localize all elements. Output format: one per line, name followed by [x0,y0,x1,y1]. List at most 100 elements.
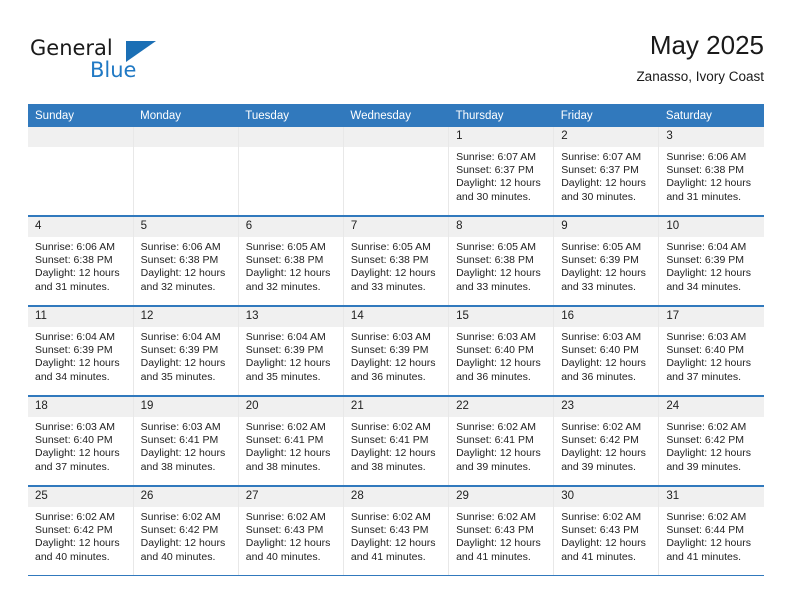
day-details: Sunrise: 6:02 AM Sunset: 6:42 PM Daylight:… [134,507,238,564]
sunrise-text: Sunrise: 6:04 AM [35,331,115,343]
calendar-day-cell[interactable]: 31 Sunrise: 6:02 AM Sunset: 6:44 PM Dayligh… [658,486,764,576]
calendar-day-cell[interactable]: 10 Sunrise: 6:04 AM Sunset: 6:39 PM Dayligh… [658,216,764,307]
calendar-day-cell[interactable]: 15 Sunrise: 6:03 AM Sunset: 6:40 PM Dayligh… [448,306,555,397]
calendar-day-cell[interactable]: 29 Sunrise: 6:02 AM Sunset: 6:43 PM Dayligh… [448,486,555,576]
sunrise-text: Sunrise: 6:03 AM [666,331,747,343]
sunrise-text: Sunrise: 6:02 AM [350,511,431,523]
daylight-text-line1: Daylight: 12 hours [456,537,541,550]
calendar-day-cell[interactable]: 16 Sunrise: 6:03 AM Sunset: 6:40 PM Dayligh… [553,306,660,397]
sunset-text: Sunset: 6:42 PM [140,524,219,537]
sunrise-text: Sunrise: 6:02 AM [561,421,642,433]
day-details: Sunrise: 6:05 AM Sunset: 6:38 PM Daylight:… [449,237,553,294]
sunrise-text: Sunrise: 6:03 AM [456,331,537,343]
day-details: Sunrise: 6:02 AM Sunset: 6:44 PM Daylight:… [659,507,764,564]
calendar-day-cell[interactable]: 26 Sunrise: 6:02 AM Sunset: 6:42 PM Dayligh… [133,486,239,576]
day-number: 9 [554,217,659,237]
day-number: 14 [343,307,449,327]
calendar-day-cell[interactable]: 19 Sunrise: 6:03 AM Sunset: 6:41 PM Dayligh… [133,396,239,487]
daylight-text-line1: Daylight: 12 hours [140,357,226,370]
sunset-text: Sunset: 6:38 PM [140,254,219,267]
daylight-text-line1: Daylight: 12 hours [666,177,751,190]
sunrise-text: Sunrise: 6:03 AM [561,331,642,343]
sunrise-text: Sunrise: 6:02 AM [245,511,326,523]
daylight-text-line2: and 33 minutes. [456,280,531,293]
sunrise-text: Sunrise: 6:07 AM [561,151,642,163]
calendar-week-row: 18 Sunrise: 6:03 AM Sunset: 6:40 PM Dayligh… [28,396,764,487]
calendar-day-cell[interactable]: 13 Sunrise: 6:04 AM Sunset: 6:39 PM Dayligh… [238,306,344,397]
brand-name-blue: Blue [90,58,137,82]
calendar-body: 1 Sunrise: 6:07 AM Sunset: 6:37 PM Daylight… [28,127,764,576]
day-number: 26 [133,487,238,507]
sunset-text: Sunset: 6:41 PM [140,434,219,447]
sunset-text: Sunset: 6:39 PM [140,344,219,357]
daylight-text-line1: Daylight: 12 hours [456,177,541,190]
daylight-text-line1: Daylight: 12 hours [350,267,436,280]
sunset-text: Sunset: 6:39 PM [35,344,113,357]
calendar-day-cell[interactable]: 5 Sunrise: 6:06 AM Sunset: 6:38 PM Daylight… [133,216,239,307]
daylight-text-line2: and 38 minutes. [245,460,321,473]
daylight-text-line1: Daylight: 12 hours [140,447,226,460]
brand-logo[interactable]: General Blue [30,36,210,88]
daylight-text-line1: Daylight: 12 hours [140,537,226,550]
daylight-text-line2: and 33 minutes. [561,280,636,293]
daylight-text-line2: and 40 minutes. [140,550,216,563]
day-number [343,127,449,147]
calendar-day-cell[interactable]: 2 Sunrise: 6:07 AM Sunset: 6:37 PM Daylight… [553,127,660,217]
calendar-day-cell[interactable]: 6 Sunrise: 6:05 AM Sunset: 6:38 PM Daylight… [238,216,344,307]
sunrise-text: Sunrise: 6:02 AM [35,511,115,523]
daylight-text-line2: and 40 minutes. [35,550,110,563]
day-number: 24 [659,397,764,417]
calendar-day-cell[interactable]: 12 Sunrise: 6:04 AM Sunset: 6:39 PM Dayligh… [133,306,239,397]
weekday-header-saturday: Saturday [658,104,764,127]
calendar-day-cell[interactable]: 24 Sunrise: 6:02 AM Sunset: 6:42 PM Dayligh… [658,396,764,487]
day-number: 19 [133,397,238,417]
calendar-day-cell[interactable]: 17 Sunrise: 6:03 AM Sunset: 6:40 PM Dayligh… [658,306,764,397]
calendar-day-cell[interactable]: 28 Sunrise: 6:02 AM Sunset: 6:43 PM Dayligh… [343,486,450,576]
day-details: Sunrise: 6:02 AM Sunset: 6:41 PM Daylight:… [449,417,553,474]
daylight-text-line2: and 39 minutes. [456,460,531,473]
calendar-day-cell[interactable]: 20 Sunrise: 6:02 AM Sunset: 6:41 PM Dayligh… [238,396,344,487]
daylight-text-line1: Daylight: 12 hours [561,267,646,280]
sunset-text: Sunset: 6:42 PM [35,524,113,537]
daylight-text-line2: and 32 minutes. [245,280,321,293]
calendar-day-cell[interactable]: 4 Sunrise: 6:06 AM Sunset: 6:38 PM Daylight… [28,216,134,307]
day-number: 3 [659,127,764,147]
daylight-text-line2: and 38 minutes. [350,460,426,473]
calendar-day-cell[interactable]: 18 Sunrise: 6:03 AM Sunset: 6:40 PM Dayligh… [28,396,134,487]
calendar-day-cell[interactable]: 30 Sunrise: 6:02 AM Sunset: 6:43 PM Dayligh… [553,486,660,576]
day-details: Sunrise: 6:05 AM Sunset: 6:38 PM Daylight:… [344,237,448,294]
calendar-day-cell[interactable]: 23 Sunrise: 6:02 AM Sunset: 6:42 PM Dayligh… [553,396,660,487]
daylight-text-line2: and 41 minutes. [350,550,426,563]
calendar-day-cell[interactable]: 3 Sunrise: 6:06 AM Sunset: 6:38 PM Daylight… [658,127,764,217]
sunrise-text: Sunrise: 6:02 AM [456,511,537,523]
calendar-day-cell[interactable]: 25 Sunrise: 6:02 AM Sunset: 6:42 PM Dayligh… [28,486,134,576]
daylight-text-line1: Daylight: 12 hours [245,267,331,280]
sunset-text: Sunset: 6:40 PM [561,344,639,357]
daylight-text-line2: and 36 minutes. [350,370,426,383]
sunset-text: Sunset: 6:40 PM [35,434,113,447]
daylight-text-line2: and 36 minutes. [456,370,531,383]
daylight-text-line1: Daylight: 12 hours [245,447,331,460]
calendar-day-cell[interactable]: 21 Sunrise: 6:02 AM Sunset: 6:41 PM Dayligh… [343,396,450,487]
calendar-day-cell[interactable]: 9 Sunrise: 6:05 AM Sunset: 6:39 PM Daylight… [553,216,660,307]
calendar-day-cell[interactable]: 22 Sunrise: 6:02 AM Sunset: 6:41 PM Dayligh… [448,396,555,487]
sunset-text: Sunset: 6:37 PM [456,164,534,177]
calendar-day-cell[interactable]: 11 Sunrise: 6:04 AM Sunset: 6:39 PM Dayligh… [28,306,134,397]
daylight-text-line1: Daylight: 12 hours [561,177,646,190]
day-details: Sunrise: 6:02 AM Sunset: 6:43 PM Daylight:… [554,507,658,564]
calendar-day-cell[interactable]: 1 Sunrise: 6:07 AM Sunset: 6:37 PM Daylight… [448,127,555,217]
day-number: 7 [343,217,449,237]
day-details: Sunrise: 6:02 AM Sunset: 6:43 PM Daylight:… [239,507,343,564]
daylight-text-line2: and 30 minutes. [456,190,531,203]
sunset-text: Sunset: 6:41 PM [456,434,534,447]
calendar-day-cell[interactable]: 14 Sunrise: 6:03 AM Sunset: 6:39 PM Dayligh… [343,306,450,397]
sunrise-text: Sunrise: 6:04 AM [666,241,747,253]
day-number: 28 [343,487,449,507]
daylight-text-line2: and 39 minutes. [561,460,636,473]
calendar-day-cell[interactable]: 8 Sunrise: 6:05 AM Sunset: 6:38 PM Daylight… [448,216,555,307]
calendar-day-cell[interactable]: 7 Sunrise: 6:05 AM Sunset: 6:38 PM Daylight… [343,216,450,307]
daylight-text-line1: Daylight: 12 hours [245,537,331,550]
calendar-day-cell[interactable]: 27 Sunrise: 6:02 AM Sunset: 6:43 PM Dayligh… [238,486,344,576]
sunrise-text: Sunrise: 6:03 AM [35,421,115,433]
calendar-cell-empty [343,127,450,217]
